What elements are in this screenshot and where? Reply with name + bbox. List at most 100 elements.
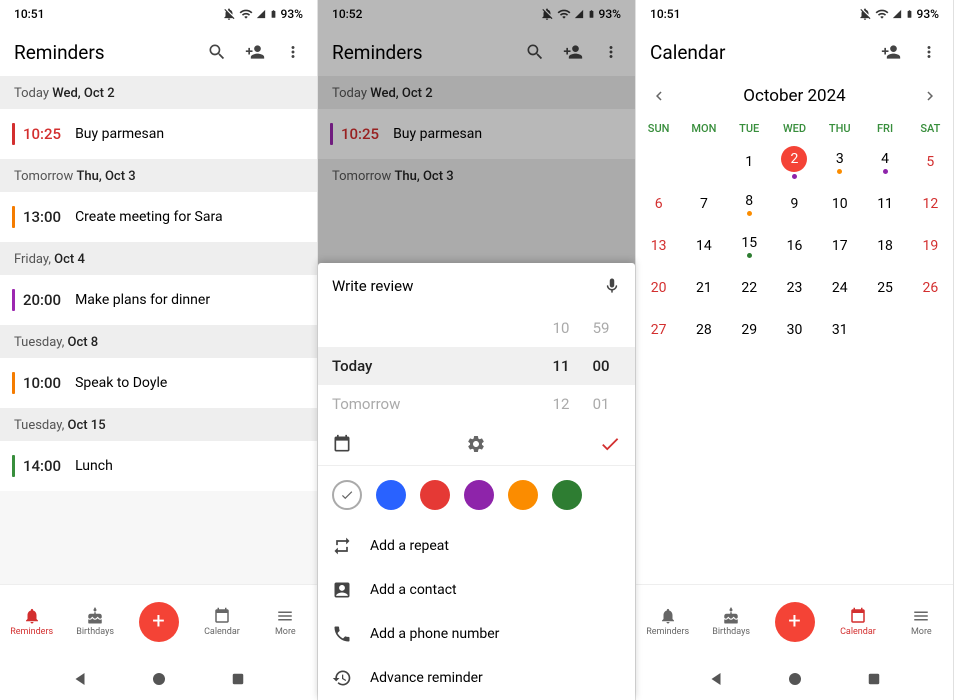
- day-cell[interactable]: 19: [908, 225, 953, 267]
- option-repeat[interactable]: Add a repeat: [318, 524, 635, 568]
- reminder-list-scroll[interactable]: Today Wed, Oct 210:25Buy parmesanTomorro…: [0, 76, 317, 584]
- day-cell[interactable]: 28: [681, 309, 726, 351]
- day-cell[interactable]: 9: [772, 183, 817, 225]
- add-contact-icon[interactable]: [881, 42, 901, 62]
- color-option[interactable]: [420, 480, 450, 510]
- option-label: Add a contact: [370, 582, 457, 598]
- confirm-icon[interactable]: [599, 433, 621, 455]
- recents-icon[interactable]: [229, 670, 247, 688]
- gear-icon[interactable]: [466, 434, 486, 454]
- weekday-label: TUE: [727, 116, 772, 141]
- day-cell[interactable]: 13: [636, 225, 681, 267]
- day-cell[interactable]: 16: [772, 225, 817, 267]
- day-cell[interactable]: 17: [817, 225, 862, 267]
- day-cell[interactable]: 20: [636, 267, 681, 309]
- status-bar: 10:51 93%: [0, 0, 317, 28]
- overflow-icon[interactable]: [919, 42, 939, 62]
- weekday-label: FRI: [862, 116, 907, 141]
- day-cell: [908, 309, 953, 351]
- day-cell[interactable]: 7: [681, 183, 726, 225]
- day-cell[interactable]: 3: [817, 141, 862, 183]
- chevron-right-icon[interactable]: [921, 87, 939, 105]
- color-option[interactable]: [552, 480, 582, 510]
- add-contact-icon[interactable]: [245, 42, 265, 62]
- reminder-row[interactable]: 13:00Create meeting for Sara: [0, 192, 317, 242]
- nav-reminders[interactable]: Reminders: [636, 585, 699, 658]
- back-icon[interactable]: [71, 670, 89, 688]
- day-cell[interactable]: 5: [908, 141, 953, 183]
- day-cell[interactable]: 21: [681, 267, 726, 309]
- nav-add[interactable]: +: [127, 585, 190, 658]
- nav-calendar[interactable]: Calendar: [190, 585, 253, 658]
- day-cell[interactable]: 2: [772, 141, 817, 183]
- day-cell[interactable]: 6: [636, 183, 681, 225]
- color-option[interactable]: [508, 480, 538, 510]
- reminder-row[interactable]: 10:25Buy parmesan: [0, 109, 317, 159]
- chevron-left-icon[interactable]: [650, 87, 668, 105]
- picker-row[interactable]: 1059: [318, 309, 635, 347]
- color-bar: [12, 372, 15, 394]
- picker-row[interactable]: Tomorrow1201: [318, 385, 635, 423]
- repeat-icon: [332, 536, 352, 556]
- reminder-row[interactable]: 20:00Make plans for dinner: [0, 275, 317, 325]
- home-icon[interactable]: [786, 670, 804, 688]
- day-cell[interactable]: 27: [636, 309, 681, 351]
- day-cell[interactable]: 29: [727, 309, 772, 351]
- menu-icon: [276, 607, 294, 625]
- home-icon[interactable]: [150, 670, 168, 688]
- nav-more[interactable]: More: [890, 585, 953, 658]
- color-none[interactable]: [332, 480, 362, 510]
- cake-icon: [722, 607, 740, 625]
- color-bar: [12, 123, 15, 145]
- search-icon[interactable]: [207, 42, 227, 62]
- time-picker[interactable]: 1059Today1100Tomorrow1201: [318, 309, 635, 423]
- day-cell[interactable]: 22: [727, 267, 772, 309]
- option-phone[interactable]: Add a phone number: [318, 612, 635, 656]
- option-contact[interactable]: Add a contact: [318, 568, 635, 612]
- reminder-row[interactable]: 14:00Lunch: [0, 441, 317, 491]
- nav-calendar[interactable]: Calendar: [826, 585, 889, 658]
- day-cell[interactable]: 26: [908, 267, 953, 309]
- day-cell[interactable]: 15: [727, 225, 772, 267]
- reminder-text-input[interactable]: Write review: [318, 263, 635, 309]
- weekday-label: MON: [681, 116, 726, 141]
- back-icon[interactable]: [707, 670, 725, 688]
- day-cell[interactable]: 10: [817, 183, 862, 225]
- bottom-nav: Reminders Birthdays + Calendar More: [636, 584, 953, 658]
- day-cell[interactable]: 1: [727, 141, 772, 183]
- day-cell[interactable]: 25: [862, 267, 907, 309]
- day-cell[interactable]: 24: [817, 267, 862, 309]
- option-label: Add a repeat: [370, 538, 449, 554]
- calendar-icon[interactable]: [332, 434, 352, 454]
- picker-row[interactable]: Today1100: [318, 347, 635, 385]
- day-cell[interactable]: 11: [862, 183, 907, 225]
- color-option[interactable]: [376, 480, 406, 510]
- add-icon: +: [139, 602, 179, 642]
- overflow-icon[interactable]: [283, 42, 303, 62]
- recents-icon[interactable]: [865, 670, 883, 688]
- contact-icon: [332, 580, 352, 600]
- option-history[interactable]: Advance reminder: [318, 656, 635, 700]
- nav-reminders[interactable]: Reminders: [0, 585, 63, 658]
- nav-birthdays[interactable]: Birthdays: [699, 585, 762, 658]
- reminder-row[interactable]: 10:00Speak to Doyle: [0, 358, 317, 408]
- color-option[interactable]: [464, 480, 494, 510]
- reminder-text: Make plans for dinner: [75, 292, 210, 308]
- day-cell[interactable]: 31: [817, 309, 862, 351]
- wifi-icon: [875, 7, 889, 21]
- nav-birthdays[interactable]: Birthdays: [63, 585, 126, 658]
- reminder-time: 14:00: [23, 457, 61, 475]
- reminder-text: Buy parmesan: [75, 126, 164, 142]
- nav-add[interactable]: +: [763, 585, 826, 658]
- day-cell[interactable]: 30: [772, 309, 817, 351]
- day-cell[interactable]: 18: [862, 225, 907, 267]
- nav-more[interactable]: More: [254, 585, 317, 658]
- day-cell[interactable]: 12: [908, 183, 953, 225]
- day-cell[interactable]: 14: [681, 225, 726, 267]
- mic-icon[interactable]: [603, 277, 621, 295]
- day-cell[interactable]: 8: [727, 183, 772, 225]
- day-cell[interactable]: 23: [772, 267, 817, 309]
- weekday-label: SUN: [636, 116, 681, 141]
- menu-icon: [912, 607, 930, 625]
- day-cell[interactable]: 4: [862, 141, 907, 183]
